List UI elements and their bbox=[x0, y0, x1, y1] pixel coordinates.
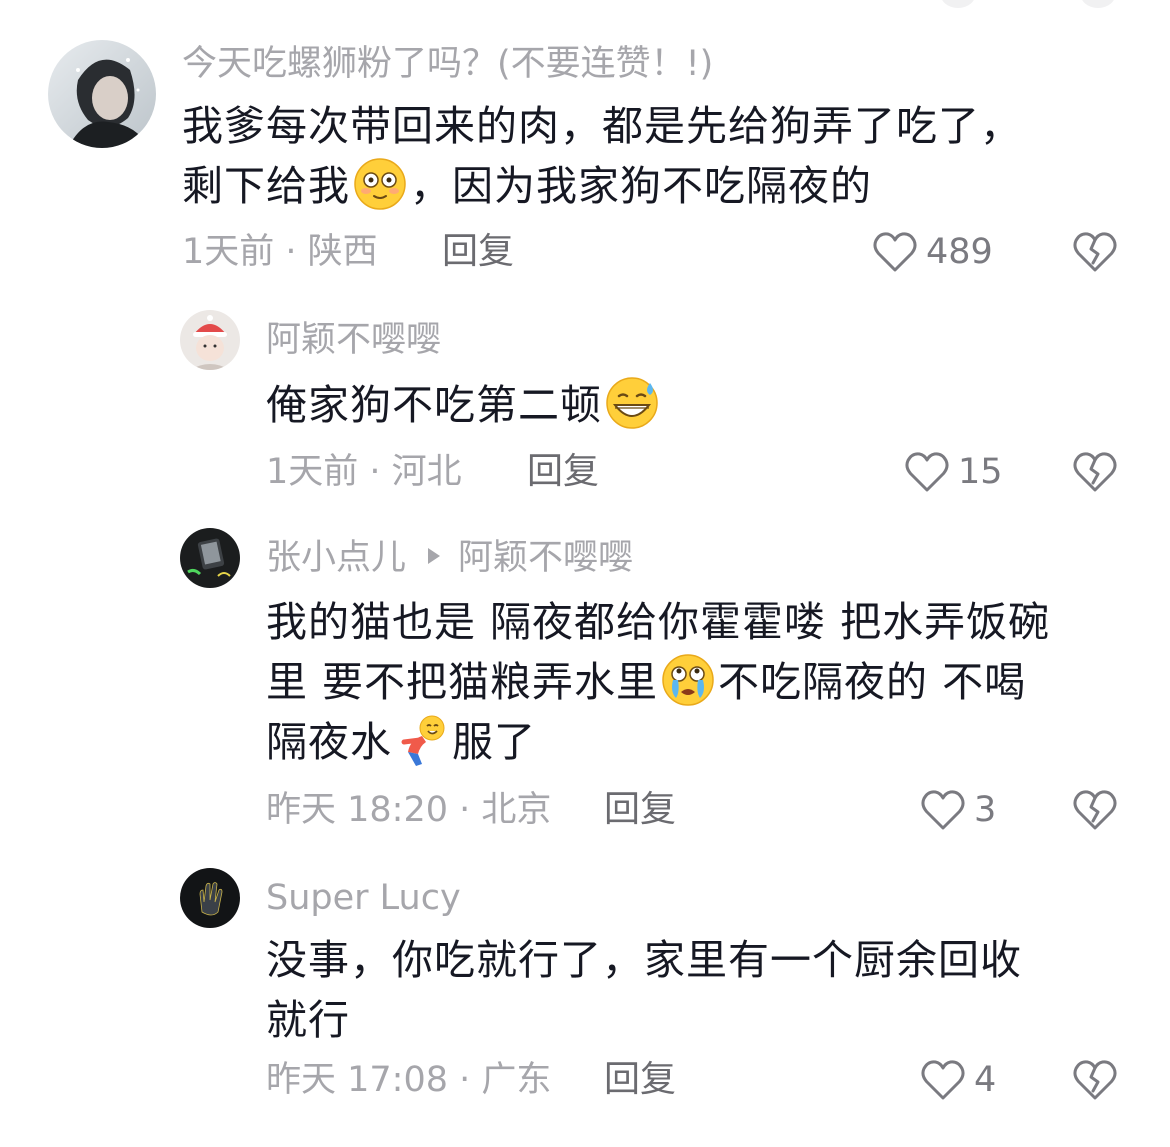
reply-button[interactable]: 回复 bbox=[604, 1058, 676, 1102]
avatar[interactable] bbox=[180, 868, 240, 928]
comment-text-segment: 里 要不把猫粮弄水里 bbox=[266, 658, 659, 706]
dislike-button[interactable] bbox=[1072, 230, 1118, 274]
reply-button[interactable]: 回复 bbox=[527, 450, 599, 494]
flushed-face-icon bbox=[352, 156, 408, 212]
broken-heart-icon bbox=[1072, 788, 1118, 832]
like-button[interactable]: 15 bbox=[904, 450, 1003, 494]
heart-outline-icon bbox=[904, 450, 950, 494]
comment-text-segment: 不吃隔夜的 不喝 bbox=[718, 658, 1027, 706]
reply-arrow-icon bbox=[428, 548, 441, 564]
comment-text-segment: 剩下给我 bbox=[182, 162, 350, 210]
broken-heart-icon bbox=[1072, 1058, 1118, 1102]
comment-text-segment: 服了 bbox=[452, 718, 536, 766]
username[interactable]: 今天吃螺狮粉了吗？(不要连赞！!) bbox=[182, 42, 713, 86]
dislike-button[interactable] bbox=[1072, 788, 1118, 832]
username[interactable]: Super Lucy bbox=[266, 876, 461, 920]
avatar[interactable] bbox=[48, 40, 156, 148]
comment-text-line: 我爹每次带回来的肉，都是先给狗弄了吃了， bbox=[182, 102, 1022, 150]
heart-outline-icon bbox=[872, 230, 918, 274]
kneeling-person-icon bbox=[394, 712, 450, 768]
like-button[interactable]: 489 bbox=[872, 230, 993, 274]
comment-text-line: 就行 bbox=[266, 996, 350, 1044]
comment-text: 俺家狗不吃第二顿 bbox=[266, 375, 662, 435]
timestamp-location: 昨天 18:20 · 北京 bbox=[266, 790, 552, 830]
comment-text-segment: ，因为我家狗不吃隔夜的 bbox=[410, 162, 872, 210]
like-button[interactable]: 4 bbox=[920, 1058, 996, 1102]
reply-target[interactable]: 阿颖不嘤嘤 bbox=[458, 538, 633, 578]
comment-text-segment: 隔夜水 bbox=[266, 718, 392, 766]
comment-text-line: 我的猫也是 隔夜都给你霍霍喽 把水弄饭碗 bbox=[266, 598, 1051, 646]
comment-reply: 阿颖不嘤嘤 俺家狗不吃第二顿 1天前 · 河北 回复 15 bbox=[0, 300, 1170, 520]
broken-heart-icon bbox=[1072, 450, 1118, 494]
avatar[interactable] bbox=[180, 528, 240, 588]
reply-button[interactable]: 回复 bbox=[604, 788, 676, 832]
like-count: 4 bbox=[974, 1060, 997, 1100]
crying-face-icon bbox=[660, 652, 716, 708]
comment-text-line: 俺家狗不吃第二顿 bbox=[266, 381, 602, 429]
comment-text-line: 没事，你吃就行了，家里有一个厨余回收 bbox=[266, 936, 1022, 984]
grinning-sweat-icon bbox=[604, 375, 660, 431]
comment-reply: 张小点儿 阿颖不嘤嘤 我的猫也是 隔夜都给你霍霍喽 把水弄饭碗 里 要不把猫粮弄水… bbox=[0, 520, 1170, 860]
timestamp-location: 1天前 · 河北 bbox=[266, 452, 462, 492]
reply-author[interactable]: 张小点儿 bbox=[266, 538, 406, 578]
like-count: 3 bbox=[974, 790, 997, 830]
heart-outline-icon bbox=[920, 788, 966, 832]
comment: 今天吃螺狮粉了吗？(不要连赞！!) 我爹每次带回来的肉，都是先给狗弄了吃了， 剩… bbox=[0, 0, 1170, 290]
broken-heart-icon bbox=[1072, 230, 1118, 274]
comment-reply: Super Lucy 没事，你吃就行了，家里有一个厨余回收 就行 昨天 17:0… bbox=[0, 860, 1170, 1147]
dislike-button[interactable] bbox=[1072, 450, 1118, 494]
avatar[interactable] bbox=[180, 310, 240, 370]
comment-text: 没事，你吃就行了，家里有一个厨余回收 就行 bbox=[266, 930, 1022, 1050]
like-count: 15 bbox=[958, 452, 1003, 492]
reply-button[interactable]: 回复 bbox=[442, 230, 514, 274]
comment-text: 我爹每次带回来的肉，都是先给狗弄了吃了， 剩下给我 ，因为我家狗不吃隔夜的 bbox=[182, 96, 1022, 216]
comment-text: 我的猫也是 隔夜都给你霍霍喽 把水弄饭碗 里 要不把猫粮弄水里 不吃隔夜的 不喝… bbox=[266, 592, 1050, 772]
dislike-button[interactable] bbox=[1072, 1058, 1118, 1102]
like-button[interactable]: 3 bbox=[920, 788, 996, 832]
heart-outline-icon bbox=[920, 1058, 966, 1102]
timestamp-location: 1天前 · 陕西 bbox=[182, 232, 378, 272]
timestamp-location: 昨天 17:08 · 广东 bbox=[266, 1060, 552, 1100]
username[interactable]: 张小点儿 阿颖不嘤嘤 bbox=[266, 536, 633, 580]
username[interactable]: 阿颖不嘤嘤 bbox=[266, 318, 441, 362]
like-count: 489 bbox=[926, 232, 993, 272]
